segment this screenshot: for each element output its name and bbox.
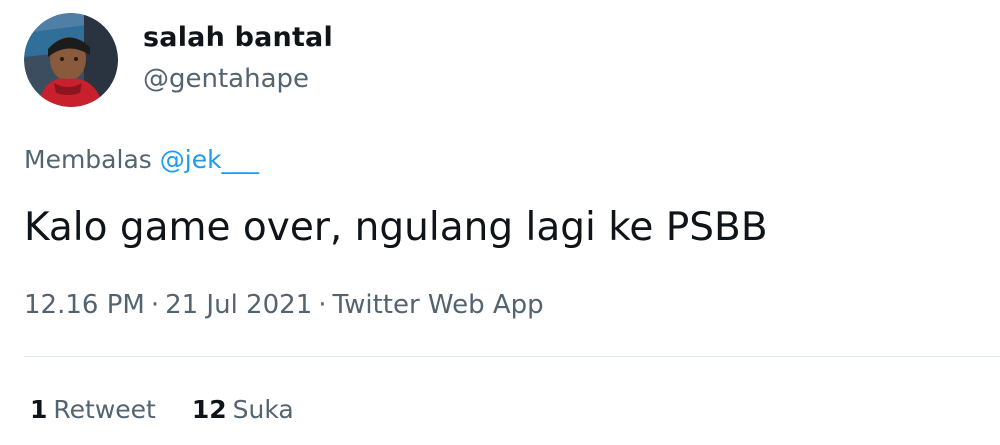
tweet-source[interactable]: Twitter Web App	[333, 290, 544, 320]
like-label: Suka	[232, 395, 294, 424]
meta-separator: ·	[150, 290, 160, 320]
divider	[24, 356, 1000, 357]
reply-mention-link[interactable]: @jek___	[160, 145, 259, 174]
user-handle[interactable]: @gentahape	[143, 64, 309, 94]
retweet-label: Retweet	[53, 395, 156, 424]
tweet-meta: 12.16 PM · 21 Jul 2021 · Twitter Web App	[24, 290, 544, 320]
reply-context: Membalas @jek___	[24, 145, 259, 174]
tweet-date[interactable]: 21 Jul 2021	[165, 290, 312, 320]
tweet-text: Kalo game over, ngulang lagi ke PSBB	[24, 205, 768, 250]
tweet-card: salah bantal @gentahape Membalas @jek___…	[0, 0, 1000, 445]
meta-separator: ·	[318, 290, 327, 320]
tweet-stats: 1 Retweet 12 Suka	[30, 395, 294, 424]
like-count: 12	[191, 395, 227, 424]
retweet-stat[interactable]: 1 Retweet	[30, 395, 156, 424]
reply-prefix: Membalas	[24, 145, 152, 174]
profile-photo-icon	[24, 13, 118, 107]
tweet-time[interactable]: 12.16 PM	[24, 290, 145, 320]
display-name[interactable]: salah bantal	[143, 22, 333, 53]
avatar[interactable]	[24, 13, 118, 107]
retweet-count: 1	[30, 395, 48, 424]
like-stat[interactable]: 12 Suka	[192, 395, 294, 424]
